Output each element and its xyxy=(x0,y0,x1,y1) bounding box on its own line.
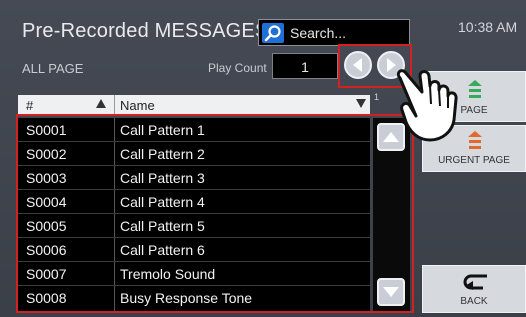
column-header-id[interactable]: # xyxy=(26,98,33,113)
play-count-label: Play Count xyxy=(208,61,267,75)
back-button-label: BACK xyxy=(460,296,488,307)
sort-ascending-icon[interactable] xyxy=(96,99,106,108)
chevron-left-icon xyxy=(353,58,362,72)
urgent-page-button-label: URGENT PAGE xyxy=(438,155,510,166)
list-highlight xyxy=(16,114,414,313)
column-divider xyxy=(114,95,115,114)
search-icon xyxy=(262,23,284,43)
urgent-page-icon xyxy=(468,131,482,149)
clock: 10:38 AM xyxy=(458,19,518,35)
search-placeholder: Search... xyxy=(290,25,347,41)
pointing-hand-icon xyxy=(396,69,458,142)
return-icon xyxy=(463,274,487,290)
search-input[interactable]: Search... xyxy=(258,19,410,46)
play-count-field[interactable]: 1 xyxy=(272,53,338,79)
sort-descending-icon[interactable] xyxy=(356,99,366,108)
play-count-value: 1 xyxy=(301,59,309,75)
page-indicator: 1 xyxy=(374,92,380,102)
page-icon xyxy=(468,80,482,98)
back-button[interactable]: BACK xyxy=(422,265,526,313)
page-title: Pre-Recorded MESSAGES xyxy=(22,20,269,42)
scope-label: ALL PAGE xyxy=(22,61,84,76)
column-header-name[interactable]: Name xyxy=(120,98,155,113)
paging-screen: Pre-Recorded MESSAGES Search... 10:38 AM… xyxy=(0,0,526,317)
table-header: # Name xyxy=(18,95,370,114)
prev-button[interactable] xyxy=(344,51,372,79)
